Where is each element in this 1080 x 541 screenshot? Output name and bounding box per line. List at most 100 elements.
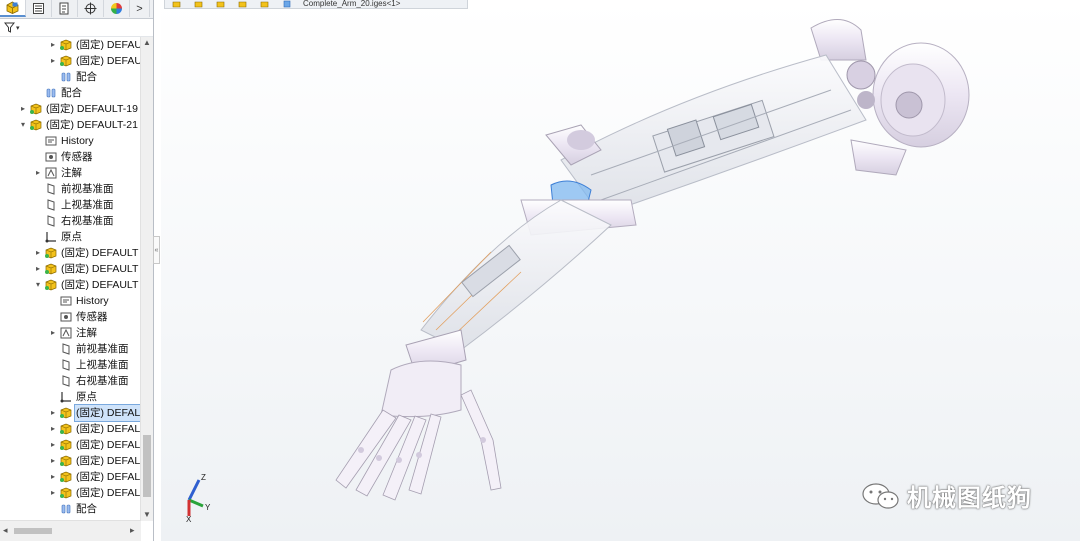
tree-item[interactable]: ▸ (固定) DEFAULT <box>33 261 139 277</box>
tree-item-label: 右视基准面 <box>76 375 129 387</box>
tree-item[interactable]: ▸ (固定) DEFAL <box>48 469 141 485</box>
tree-item[interactable]: 配合 <box>48 69 98 85</box>
hand[interactable] <box>335 329 502 501</box>
part-icon <box>58 471 73 484</box>
expand-arrow-icon[interactable]: ▸ <box>48 421 58 437</box>
tree-item[interactable]: ▸ (固定) DEFAL <box>48 404 141 422</box>
tree-item[interactable]: 右视基准面 <box>48 373 130 389</box>
plane-icon <box>43 215 58 228</box>
tree-item-label: 配合 <box>61 87 82 99</box>
tree-item[interactable]: 传感器 <box>48 309 109 325</box>
tree-item-label: (固定) DEFAULT <box>61 263 139 275</box>
breadcrumb-part-icon[interactable] <box>209 0 231 8</box>
breadcrumb-body-icon[interactable] <box>275 0 297 8</box>
tree-item[interactable]: ▸ (固定) DEFAULT <box>33 245 139 261</box>
tree-item-label: 上视基准面 <box>76 359 129 371</box>
tab-configuration-manager[interactable] <box>52 0 78 17</box>
scroll-left-icon[interactable]: ◂ <box>3 525 8 536</box>
tree-item[interactable]: 上视基准面 <box>48 357 130 373</box>
tree-item[interactable]: 前视基准面 <box>33 181 115 197</box>
feature-tree: ▸ (固定) DEFAUL ▸ (固定) DEFAUL 配合 配合 ▸ (固定) DEFAUL… <box>0 37 141 521</box>
expand-arrow-icon[interactable]: ▸ <box>48 53 58 69</box>
tree-item[interactable]: ▸ (固定) DEFAUL <box>48 53 141 69</box>
tab-property-manager[interactable] <box>26 0 52 17</box>
scroll-down-icon[interactable]: ▼ <box>141 509 153 521</box>
annotation-icon <box>58 327 73 340</box>
tree-item[interactable]: 右视基准面 <box>33 213 115 229</box>
tree-item-label: (固定) DEFAL <box>76 471 141 483</box>
part-icon <box>58 487 73 500</box>
tree-item[interactable]: 配合 <box>33 85 83 101</box>
expand-arrow-icon[interactable]: ▸ <box>48 469 58 485</box>
mates-icon <box>58 71 73 84</box>
tree-item[interactable]: 原点 <box>33 229 83 245</box>
expand-arrow-icon[interactable]: ▸ <box>48 405 58 421</box>
robotic-arm-model[interactable] <box>161 0 1080 541</box>
tree-item[interactable]: 上视基准面 <box>33 197 115 213</box>
expand-arrow-icon[interactable]: ▸ <box>33 261 43 277</box>
tree-item[interactable]: ▸ (固定) DEFAL <box>48 453 141 469</box>
collapse-arrow-icon[interactable]: ▾ <box>18 117 28 133</box>
expand-arrow-icon[interactable]: ▸ <box>48 453 58 469</box>
filter-icon[interactable] <box>4 22 15 33</box>
part-icon <box>43 279 58 292</box>
tree-item[interactable]: 传感器 <box>33 149 94 165</box>
triad-z-label: Z <box>201 473 206 482</box>
tree-item[interactable]: History <box>33 133 95 149</box>
upper-arm[interactable] <box>560 54 867 216</box>
expand-arrow-icon[interactable]: ▸ <box>48 485 58 501</box>
sensor-icon <box>58 311 73 324</box>
forearm[interactable] <box>420 199 612 351</box>
tab-dimxpert-manager[interactable] <box>78 0 104 17</box>
breadcrumb-part-icon[interactable] <box>253 0 275 8</box>
tree-item[interactable]: History <box>48 293 110 309</box>
breadcrumb[interactable]: Complete_Arm_20.iges<1> <box>164 0 468 9</box>
tree-item[interactable]: ▸ (固定) DEFAULT-19 <box>18 101 139 117</box>
tree-item[interactable]: ▾ (固定) DEFAULT-21 <box>18 117 139 133</box>
tree-item-label: (固定) DEFAL <box>76 439 141 451</box>
tree-item[interactable]: 配合 <box>48 501 98 517</box>
tree-item[interactable]: ▾ (固定) DEFAULT <box>33 277 139 293</box>
tree-item-label: 上视基准面 <box>61 199 114 211</box>
collapse-arrow-icon[interactable]: ▾ <box>33 277 43 293</box>
property-manager-icon <box>33 3 44 14</box>
horizontal-scrollbar[interactable]: ◂ ▸ <box>0 520 141 541</box>
expand-arrow-icon[interactable]: ▸ <box>48 325 58 341</box>
expand-arrow-icon[interactable]: ▸ <box>18 101 28 117</box>
breadcrumb-label[interactable]: Complete_Arm_20.iges<1> <box>303 0 400 8</box>
wechat-icon <box>862 482 899 509</box>
panel-splitter-handle[interactable]: « <box>153 236 160 264</box>
tab-feature-manager[interactable] <box>0 0 26 17</box>
tree-item[interactable]: ▸ (固定) DEFAL <box>48 485 141 501</box>
tree-item[interactable]: ▸ (固定) DEFAL <box>48 437 141 453</box>
expand-arrow-icon[interactable]: ▸ <box>48 37 58 53</box>
scroll-up-icon[interactable]: ▲ <box>141 37 153 49</box>
tree-item-label: 注解 <box>76 327 97 339</box>
tab-display-manager[interactable] <box>104 0 130 17</box>
plane-icon <box>58 343 73 356</box>
tree-item[interactable]: ▸ 注解 <box>33 165 83 181</box>
tree-item[interactable]: ▸ (固定) DEFAL <box>48 421 141 437</box>
chevron-down-icon[interactable]: ▾ <box>16 24 20 32</box>
expand-arrow-icon[interactable]: ▸ <box>33 245 43 261</box>
breadcrumb-part-icon[interactable] <box>231 0 253 8</box>
breadcrumb-part-icon[interactable] <box>165 0 187 8</box>
tree-item-label: (固定) DEFAULT-21 <box>46 119 138 131</box>
mates-icon <box>43 87 58 100</box>
plane-icon <box>58 359 73 372</box>
tree-item[interactable]: ▸ 注解 <box>48 325 98 341</box>
plane-icon <box>58 375 73 388</box>
expand-arrow-icon[interactable]: ▸ <box>33 165 43 181</box>
more-tabs-button[interactable]: > <box>130 0 150 17</box>
breadcrumb-part-icon[interactable] <box>187 0 209 8</box>
scroll-thumb[interactable] <box>143 435 151 497</box>
expand-arrow-icon[interactable]: ▸ <box>48 437 58 453</box>
scroll-right-icon[interactable]: ▸ <box>130 525 135 536</box>
tree-item[interactable]: 原点 <box>48 389 98 405</box>
tree-item[interactable]: ▸ (固定) DEFAUL <box>48 37 141 53</box>
part-icon <box>58 439 73 452</box>
vertical-scrollbar[interactable]: ▲ ▼ <box>140 37 153 521</box>
tree-item[interactable]: 前视基准面 <box>48 341 130 357</box>
graphics-viewport[interactable]: Complete_Arm_20.iges<1> Z Y X 机械图纸狗 <box>161 0 1080 541</box>
h-scroll-thumb[interactable] <box>14 528 52 534</box>
